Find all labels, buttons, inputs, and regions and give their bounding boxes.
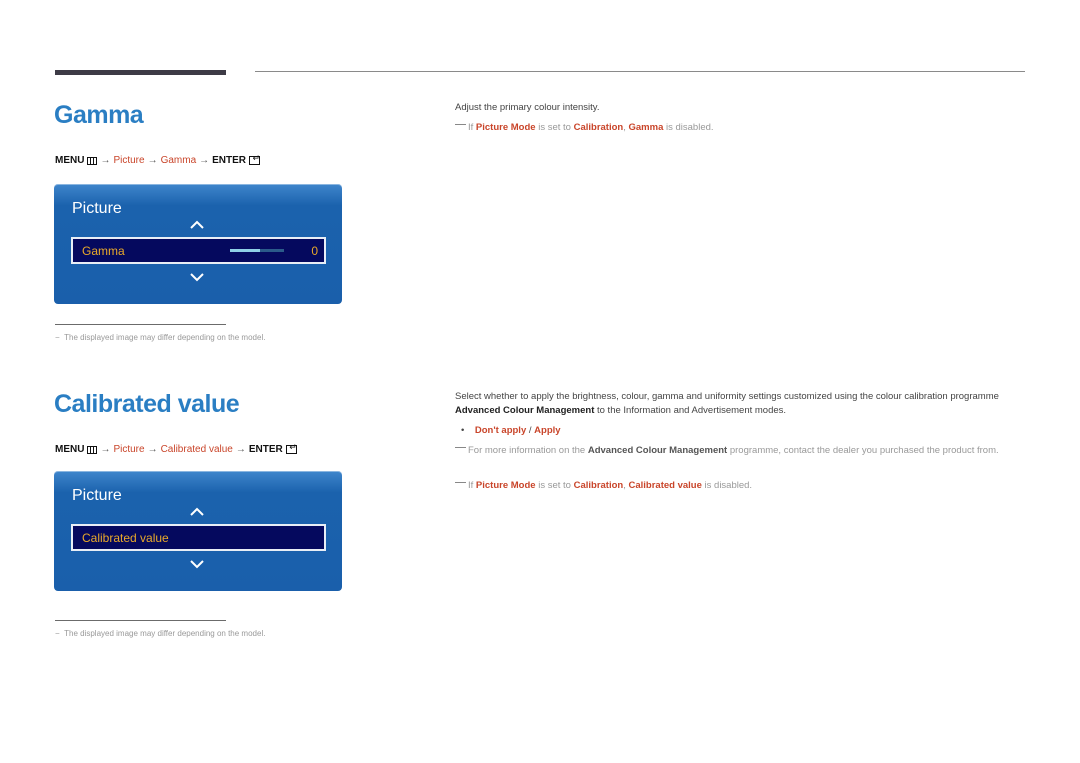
chevron-down-icon[interactable] [190,272,204,286]
menu-label: MENU [55,155,85,166]
chevron-up-icon[interactable] [190,220,204,234]
calibrated-note-1: For more information on the Advanced Col… [455,444,1025,458]
panel-title: Picture [72,200,122,217]
gamma-slider[interactable] [230,249,284,252]
note-dash [455,124,466,125]
note-text: If [468,122,476,133]
description-text: Select whether to apply the brightness, … [455,391,999,402]
footnote-dash: − [55,629,60,638]
gamma-osd-panel: Picture Gamma 0 [54,184,342,304]
enter-icon [285,442,297,454]
path-picture: Picture [113,155,145,166]
footnote-dash: − [55,333,60,342]
description-text: to the Information and Advertisement mod… [594,405,787,416]
arrow-icon: → [147,155,158,166]
calibrated-options: • Don't apply / Apply [461,424,561,438]
note-text: is disabled. [663,122,714,133]
note-text: programme, contact the dealer you purcha… [727,445,999,456]
menu-icon [87,156,98,165]
section-rule-thin [255,71,1025,72]
gamma-value: 0 [311,244,318,258]
note-calibration: Calibration [573,122,624,133]
footnote-text: The displayed image may differ depending… [64,629,266,638]
calibrated-menu-path: MENU → Picture → Calibrated value → ENTE… [55,442,297,455]
note-picture-mode: Picture Mode [475,480,536,491]
gamma-heading: Gamma [54,101,144,129]
menu-label: MENU [55,444,85,455]
note-text: If [468,480,476,491]
arrow-icon: → [100,444,111,455]
path-gamma: Gamma [160,155,197,166]
note-calibration: Calibration [573,480,624,491]
enter-label: ENTER [248,444,283,455]
gamma-note: If Picture Mode is set to Calibration, G… [455,121,714,135]
calibrated-value-label: Calibrated value [82,531,169,545]
option-dont-apply: Don't apply [474,425,527,436]
menu-icon [87,445,98,454]
panel-title: Picture [72,487,122,504]
note-text: is set to [535,480,574,491]
path-picture: Picture [113,444,145,455]
footnote-rule [55,620,226,621]
path-calibrated-value: Calibrated value [160,444,233,455]
note-calibrated-value: Calibrated value [628,480,702,491]
gamma-description: Adjust the primary colour intensity. [455,102,600,113]
bullet-icon: • [461,425,465,436]
note-dash [455,482,466,483]
calibrated-footnote: − The displayed image may differ dependi… [55,629,265,638]
arrow-icon: → [147,444,158,455]
calibrated-value-row[interactable]: Calibrated value [71,524,326,551]
chevron-down-icon[interactable] [190,559,204,573]
option-apply: Apply [534,425,561,436]
note-text: is set to [535,122,574,133]
note-picture-mode: Picture Mode [475,122,536,133]
gamma-label: Gamma [82,244,125,258]
gamma-row[interactable]: Gamma 0 [71,237,326,264]
calibrated-value-heading: Calibrated value [54,390,240,418]
note-acm: Advanced Colour Management [587,445,728,456]
calibrated-note-2: If Picture Mode is set to Calibration, C… [455,479,752,493]
gamma-menu-path: MENU → Picture → Gamma → ENTER [55,153,261,166]
option-separator: / [526,425,535,436]
gamma-footnote: − The displayed image may differ dependi… [55,333,265,342]
arrow-icon: → [100,155,111,166]
footnote-text: The displayed image may differ depending… [64,333,266,342]
note-text: For more information on the [468,445,588,456]
section-rule-thick [55,70,226,75]
acm-name: Advanced Colour Management [455,405,595,416]
enter-icon [249,153,261,165]
calibrated-osd-panel: Picture Calibrated value [54,471,342,591]
arrow-icon: → [199,155,210,166]
gamma-slider-fill [230,249,260,252]
calibrated-description: Select whether to apply the brightness, … [455,390,1015,418]
note-text: is disabled. [701,480,753,491]
footnote-rule [55,324,226,325]
chevron-up-icon[interactable] [190,507,204,521]
enter-label: ENTER [212,155,247,166]
arrow-icon: → [235,444,246,455]
note-dash [455,447,466,448]
note-gamma: Gamma [628,122,664,133]
